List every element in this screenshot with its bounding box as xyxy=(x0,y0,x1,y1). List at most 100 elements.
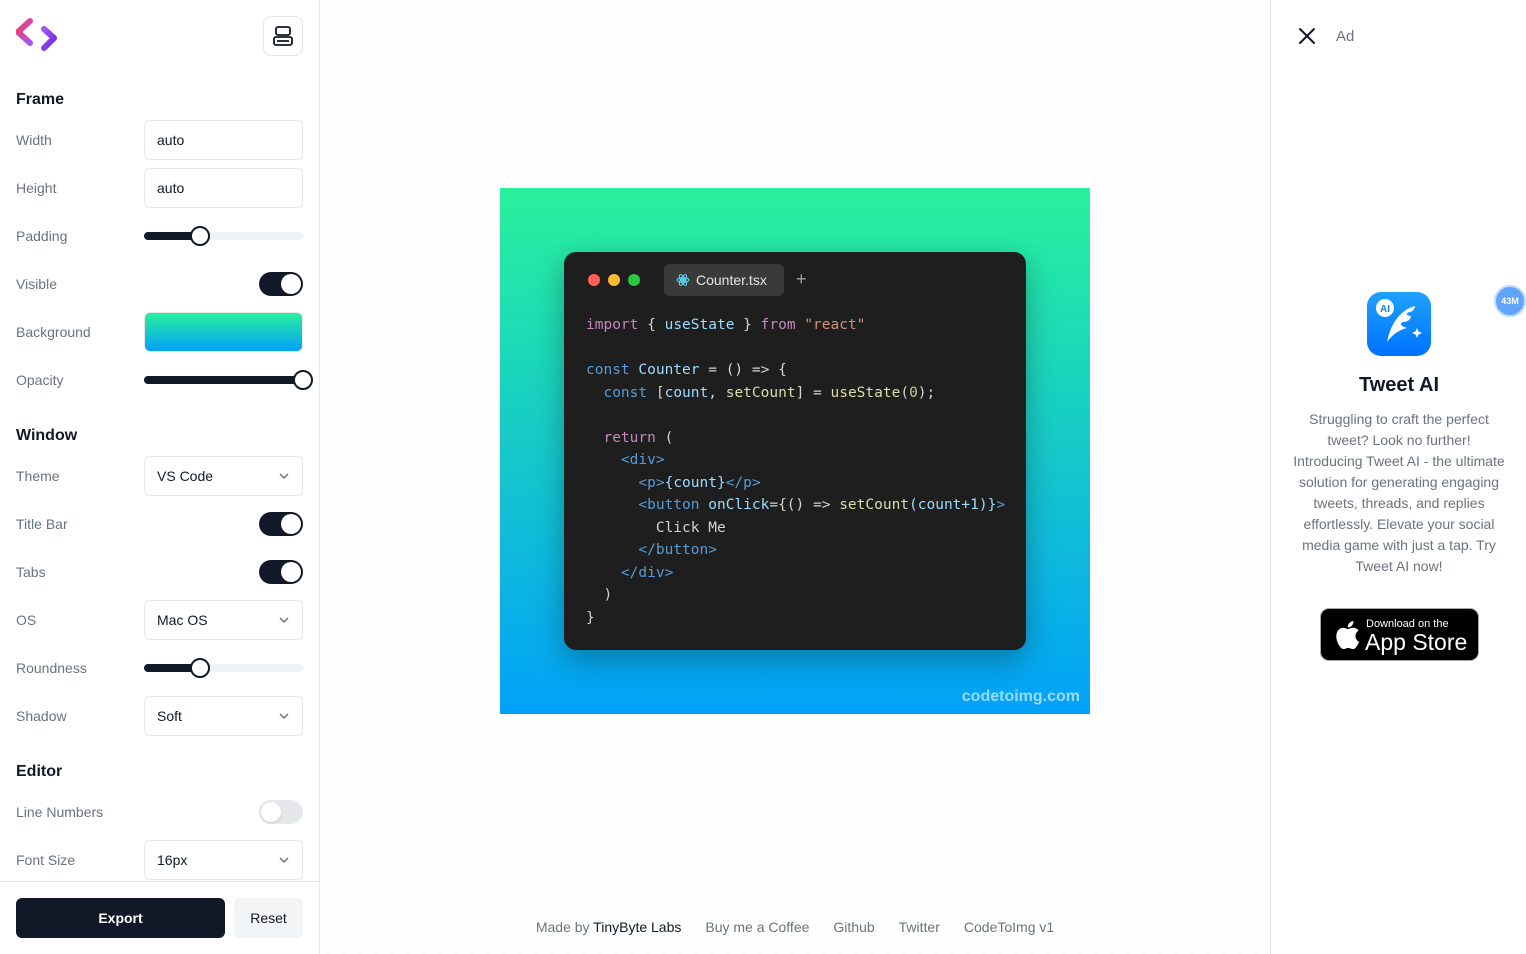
code-token: [ xyxy=(647,384,665,401)
app-store-button[interactable]: Download on the App Store xyxy=(1320,608,1479,661)
visible-toggle[interactable] xyxy=(259,272,303,296)
padding-slider[interactable] xyxy=(144,226,303,246)
theme-select[interactable]: VS Code xyxy=(144,456,303,496)
code-token: setCount xyxy=(725,384,796,401)
padding-slider-thumb[interactable] xyxy=(189,226,210,246)
twitter-link[interactable]: Twitter xyxy=(899,919,940,935)
width-label: Width xyxy=(16,132,52,148)
os-label: OS xyxy=(16,612,37,628)
shadow-select-value: Soft xyxy=(157,708,182,724)
code-token: "react" xyxy=(795,317,866,333)
ad-label: Ad xyxy=(1336,28,1355,45)
watermark: codetoimg.com xyxy=(961,688,1080,705)
font-size-select-value: 16px xyxy=(157,852,188,868)
width-input[interactable] xyxy=(144,120,303,160)
app-logo-icon[interactable] xyxy=(15,18,58,54)
buy-me-a-coffee-link[interactable]: Buy me a Coffee xyxy=(705,919,809,935)
notification-badge[interactable]: 43M xyxy=(1494,285,1526,317)
file-tab[interactable]: Counter.tsx xyxy=(664,264,784,296)
code-token: const xyxy=(586,362,630,378)
chevron-down-icon xyxy=(279,857,289,864)
code-editor[interactable]: import { useState } from "react" const C… xyxy=(586,314,1005,629)
tweet-ai-app-icon[interactable]: AI xyxy=(1367,292,1431,356)
code-token: const xyxy=(603,384,648,401)
title-bar-label: Title Bar xyxy=(16,516,68,532)
code-token: > xyxy=(996,497,1006,513)
file-tab-label: Counter.tsx xyxy=(696,272,767,288)
theme-select-value: VS Code xyxy=(157,468,214,484)
layout-toggle-button[interactable] xyxy=(263,16,303,56)
background-gradient-picker[interactable] xyxy=(144,312,303,352)
code-token: onClick xyxy=(699,497,770,513)
apple-icon xyxy=(1336,621,1359,650)
code-token: import xyxy=(586,317,639,333)
tinybyte-labs-link[interactable]: TinyByte Labs xyxy=(593,919,681,935)
tabs-toggle[interactable] xyxy=(259,560,303,584)
export-button[interactable]: Export xyxy=(16,898,225,938)
roundness-slider[interactable] xyxy=(144,658,303,678)
code-token: {count} xyxy=(664,474,726,491)
code-token: Click Me xyxy=(655,519,726,536)
height-input[interactable] xyxy=(144,168,303,208)
opacity-slider[interactable] xyxy=(144,370,313,390)
os-select-value: Mac OS xyxy=(157,612,208,628)
close-dot-icon xyxy=(588,274,600,286)
font-size-select[interactable]: 16px xyxy=(144,840,303,880)
code-frame: Counter.tsx + import { useState } from "… xyxy=(500,188,1090,714)
code-token: ] = xyxy=(795,384,831,401)
close-icon[interactable] xyxy=(1297,26,1317,46)
editor-section-title: Editor xyxy=(16,763,63,780)
code-token: useState xyxy=(830,384,901,401)
version-link[interactable]: CodeToImg v1 xyxy=(964,919,1054,935)
add-tab-button[interactable]: + xyxy=(796,269,807,290)
made-by-prefix: Made by xyxy=(535,919,590,935)
minimize-dot-icon xyxy=(608,274,620,286)
github-link[interactable]: Github xyxy=(833,919,874,935)
code-token: } xyxy=(734,317,761,333)
ad-description: Struggling to craft the perfect tweet? L… xyxy=(1293,411,1505,574)
line-numbers-label: Line Numbers xyxy=(16,804,104,820)
padding-label: Padding xyxy=(16,228,68,244)
shadow-label: Shadow xyxy=(16,708,67,724)
code-token: </button> xyxy=(638,542,717,558)
title-bar-toggle[interactable] xyxy=(259,512,303,536)
os-select[interactable]: Mac OS xyxy=(144,600,303,640)
line-numbers-toggle[interactable] xyxy=(259,800,303,824)
roundness-slider-thumb[interactable] xyxy=(189,658,210,678)
code-token: useState xyxy=(664,317,735,333)
code-token: </p> xyxy=(725,474,761,491)
code-token: return xyxy=(603,429,656,446)
reset-button[interactable]: Reset xyxy=(234,898,303,938)
code-token: count xyxy=(664,384,709,401)
code-token: , xyxy=(708,384,726,401)
store-big-text: App Store xyxy=(1365,629,1468,655)
font-size-label: Font Size xyxy=(16,852,76,868)
maximize-dot-icon xyxy=(628,274,640,286)
toggle-knob xyxy=(281,514,301,534)
toggle-knob xyxy=(281,562,301,582)
roundness-label: Roundness xyxy=(16,660,87,676)
theme-label: Theme xyxy=(16,468,60,484)
chevron-down-icon xyxy=(279,713,289,720)
code-token: ) xyxy=(586,587,613,603)
background-label: Background xyxy=(16,324,91,340)
react-icon xyxy=(676,274,690,286)
code-token: 0 xyxy=(909,384,918,401)
shadow-select[interactable]: Soft xyxy=(144,696,303,736)
opacity-slider-thumb[interactable] xyxy=(293,370,313,390)
settings-sidebar: Frame Width Height Padding Visible Backg… xyxy=(0,0,320,954)
frame-section-title: Frame xyxy=(16,91,65,108)
chevron-down-icon xyxy=(279,617,289,624)
height-label: Height xyxy=(16,180,57,196)
code-token: </div> xyxy=(620,564,674,581)
made-by: Made by TinyByte Labs xyxy=(536,919,682,935)
ad-panel: Ad AI Tweet AI Struggling to craft the p… xyxy=(1270,0,1526,954)
preview-canvas: Counter.tsx + import { useState } from "… xyxy=(320,0,1270,954)
